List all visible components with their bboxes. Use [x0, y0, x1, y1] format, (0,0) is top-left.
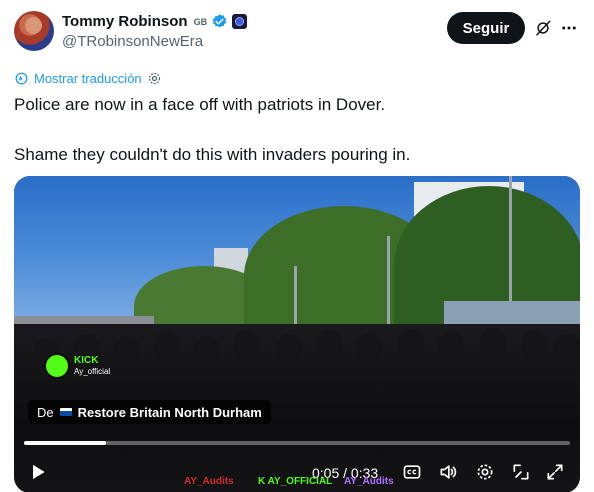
- author-name-row: Tommy Robinson GB: [62, 13, 248, 30]
- kick-logo-icon: [44, 353, 70, 379]
- play-icon[interactable]: [28, 462, 48, 482]
- crowd-figure: [554, 334, 580, 364]
- translate-link[interactable]: Mostrar traducción: [34, 71, 142, 86]
- progress-fill: [24, 441, 106, 445]
- watermark-1: AY_Audits: [184, 476, 234, 487]
- crowd-figure: [316, 330, 342, 360]
- more-icon[interactable]: [560, 19, 578, 37]
- watermark-2: K AY_OFFICIAL: [258, 476, 333, 487]
- source-prefix: De: [37, 404, 54, 420]
- crowd-figure: [398, 329, 424, 359]
- crowd-figure: [194, 336, 220, 366]
- video-lamp-post: [387, 236, 390, 336]
- avatar[interactable]: [14, 11, 54, 51]
- follow-button[interactable]: Seguir: [447, 12, 525, 44]
- tweet-text-line-1: Police are now in a face off with patrio…: [14, 95, 386, 114]
- display-name[interactable]: Tommy Robinson: [62, 13, 188, 30]
- tweet-text-line-2: Shame they couldn't do this with invader…: [14, 145, 411, 164]
- grok-icon[interactable]: [534, 19, 552, 37]
- kick-overlay: KICK Ay_official: [44, 353, 110, 379]
- kick-brand: KICK: [74, 355, 99, 366]
- affiliate-badge-icon[interactable]: [232, 14, 248, 29]
- captions-icon[interactable]: [402, 462, 422, 482]
- country-code: GB: [193, 16, 208, 27]
- fullscreen-icon[interactable]: [545, 462, 565, 482]
- crowd-figure: [438, 332, 464, 362]
- progress-bar[interactable]: [24, 441, 570, 445]
- crowd-figure: [154, 332, 180, 362]
- kick-user: Ay_official: [74, 367, 111, 376]
- watermark-3: AY_Audits: [344, 476, 394, 487]
- crowd-figure: [480, 328, 506, 358]
- volume-icon[interactable]: [438, 462, 458, 482]
- translate-row[interactable]: Mostrar traducción: [14, 71, 162, 86]
- source-chip[interactable]: De Restore Britain North Durham: [28, 400, 271, 424]
- verified-badge-icon[interactable]: [211, 13, 228, 30]
- pip-icon[interactable]: [511, 462, 531, 482]
- flag-icon: [59, 408, 72, 416]
- crowd-figure: [234, 331, 260, 361]
- video-player[interactable]: KICK Ay_official De Restore Britain Nort…: [14, 176, 580, 492]
- crowd-figure: [356, 333, 382, 363]
- source-name[interactable]: Restore Britain North Durham: [78, 405, 262, 420]
- crowd-figure: [276, 334, 302, 364]
- translate-settings-icon[interactable]: [147, 71, 162, 86]
- translate-icon: [15, 72, 28, 85]
- handle[interactable]: @TRobinsonNewEra: [62, 33, 203, 50]
- settings-icon[interactable]: [475, 462, 495, 482]
- crowd-figure: [522, 331, 548, 361]
- crowd-figure: [114, 336, 140, 366]
